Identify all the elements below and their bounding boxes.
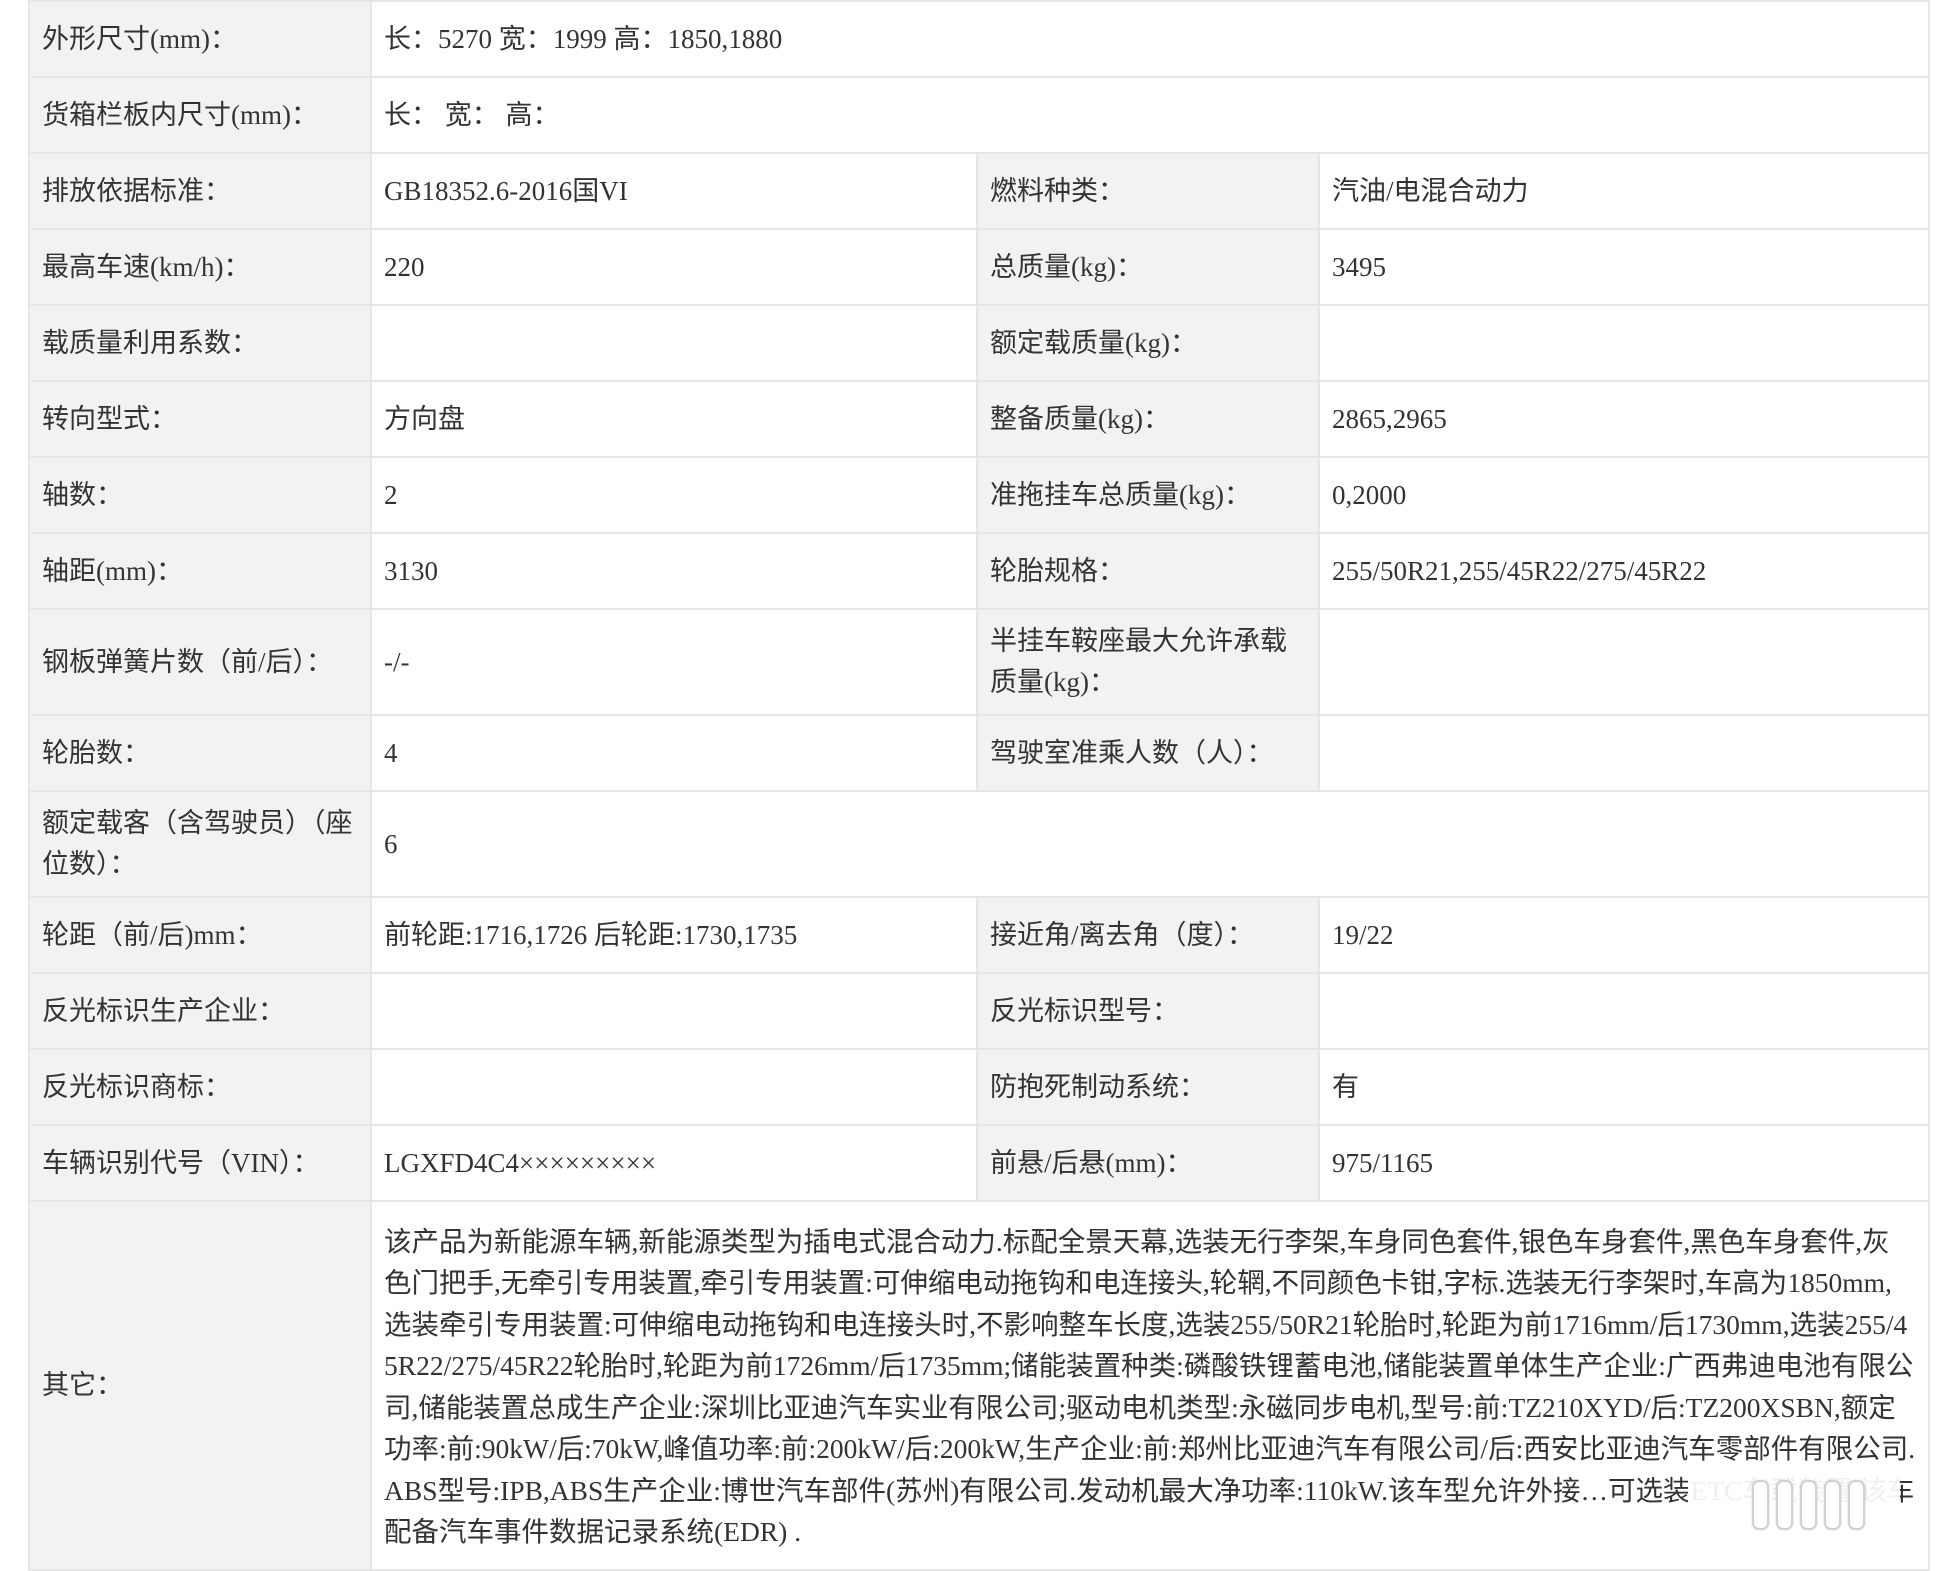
leaf-spring-label: 钢板弹簧片数（前/后）： <box>28 608 372 716</box>
watermark-bar <box>1776 1480 1793 1530</box>
vehicle-spec-table: 外形尺寸(mm)： 长：5270 宽：1999 高：1850,1880 货箱栏板… <box>28 0 1931 1571</box>
outline-size-value: 长：5270 宽：1999 高：1850,1880 <box>369 0 1931 78</box>
gross-mass-value: 3495 <box>1317 228 1931 306</box>
reflector-model-label: 反光标识型号： <box>976 972 1320 1050</box>
fuel-type-label: 燃料种类： <box>976 152 1320 230</box>
max-speed-label: 最高车速(km/h)： <box>28 228 372 306</box>
max-speed-value: 220 <box>370 228 978 306</box>
watermark-bar <box>1752 1480 1769 1530</box>
vehicle-spec-sheet: 外形尺寸(mm)： 长：5270 宽：1999 高：1850,1880 货箱栏板… <box>28 0 1931 1571</box>
row-outline-size: 外形尺寸(mm)： 长：5270 宽：1999 高：1850,1880 <box>28 0 1931 78</box>
tire-count-value: 4 <box>370 714 978 792</box>
row-leaf-spring: 钢板弹簧片数（前/后）： -/- 半挂车鞍座最大允许承载质量(kg)： <box>28 608 1931 716</box>
fuel-type-value: 汽油/电混合动力 <box>1317 152 1931 230</box>
cab-occupants-label: 驾驶室准乘人数（人）： <box>976 714 1320 792</box>
row-tires: 轮胎数： 4 驾驶室准乘人数（人）： <box>28 714 1931 792</box>
curb-mass-value: 2865,2965 <box>1317 380 1931 458</box>
cargo-size-label: 货箱栏板内尺寸(mm)： <box>28 76 372 154</box>
curb-mass-label: 整备质量(kg)： <box>976 380 1320 458</box>
cab-occupants-value <box>1317 714 1931 792</box>
watermark-bar <box>1800 1480 1817 1530</box>
row-reflector-brand: 反光标识商标： 防抱死制动系统： 有 <box>28 1048 1931 1126</box>
watermark-bar <box>1848 1480 1865 1530</box>
approach-angle-value: 19/22 <box>1317 896 1931 974</box>
vin-label: 车辆识别代号（VIN）： <box>28 1124 372 1202</box>
emission-value: GB18352.6-2016国VI <box>370 152 978 230</box>
vin-value: LGXFD4C4××××××××× <box>370 1124 978 1202</box>
leaf-spring-value: -/- <box>370 608 978 716</box>
approach-angle-label: 接近角/离去角（度）： <box>976 896 1320 974</box>
row-speed: 最高车速(km/h)： 220 总质量(kg)： 3495 <box>28 228 1931 306</box>
trailer-mass-value: 0,2000 <box>1317 456 1931 534</box>
saddle-load-value <box>1317 608 1931 716</box>
rated-load-value <box>1317 304 1931 382</box>
tire-spec-label: 轮胎规格： <box>976 532 1320 610</box>
steering-label: 转向型式： <box>28 380 372 458</box>
row-vin: 车辆识别代号（VIN）： LGXFD4C4××××××××× 前悬/后悬(mm)… <box>28 1124 1931 1202</box>
steering-value: 方向盘 <box>370 380 978 458</box>
rated-load-label: 额定载质量(kg)： <box>976 304 1320 382</box>
row-reflector-maker: 反光标识生产企业： 反光标识型号： <box>28 972 1931 1050</box>
row-passengers: 额定载客（含驾驶员）（座位数）： 6 <box>28 790 1931 898</box>
row-emission: 排放依据标准： GB18352.6-2016国VI 燃料种类： 汽油/电混合动力 <box>28 152 1931 230</box>
track-value: 前轮距:1716,1726 后轮距:1730,1735 <box>370 896 978 974</box>
trailer-mass-label: 准拖挂车总质量(kg)： <box>976 456 1320 534</box>
passengers-value: 6 <box>369 790 1931 898</box>
abs-label: 防抱死制动系统： <box>976 1048 1320 1126</box>
saddle-load-label: 半挂车鞍座最大允许承载质量(kg)： <box>976 608 1320 716</box>
axles-value: 2 <box>370 456 978 534</box>
track-label: 轮距（前/后)mm： <box>28 896 372 974</box>
emission-label: 排放依据标准： <box>28 152 372 230</box>
overhang-label: 前悬/后悬(mm)： <box>976 1124 1320 1202</box>
overhang-value: 975/1165 <box>1317 1124 1931 1202</box>
other-label: 其它： <box>28 1200 372 1571</box>
watermark-bar <box>1824 1480 1841 1530</box>
wheelbase-label: 轴距(mm)： <box>28 532 372 610</box>
load-coef-value <box>370 304 978 382</box>
row-axles: 轴数： 2 准拖挂车总质量(kg)： 0,2000 <box>28 456 1931 534</box>
cargo-size-value: 长： 宽： 高： <box>369 76 1931 154</box>
row-track: 轮距（前/后)mm： 前轮距:1716,1726 后轮距:1730,1735 接… <box>28 896 1931 974</box>
abs-value: 有 <box>1317 1048 1931 1126</box>
load-coef-label: 载质量利用系数： <box>28 304 372 382</box>
reflector-maker-value <box>370 972 978 1050</box>
outline-size-label: 外形尺寸(mm)： <box>28 0 372 78</box>
watermark-blur <box>1688 1474 1900 1558</box>
row-load-coef: 载质量利用系数： 额定载质量(kg)： <box>28 304 1931 382</box>
axles-label: 轴数： <box>28 456 372 534</box>
row-wheelbase: 轴距(mm)： 3130 轮胎规格： 255/50R21,255/45R22/2… <box>28 532 1931 610</box>
row-steering: 转向型式： 方向盘 整备质量(kg)： 2865,2965 <box>28 380 1931 458</box>
tire-count-label: 轮胎数： <box>28 714 372 792</box>
row-other: 其它： 该产品为新能源车辆,新能源类型为插电式混合动力.标配全景天幕,选装无行李… <box>28 1200 1931 1571</box>
passengers-label: 额定载客（含驾驶员）（座位数）： <box>28 790 372 898</box>
wheelbase-value: 3130 <box>370 532 978 610</box>
gross-mass-label: 总质量(kg)： <box>976 228 1320 306</box>
reflector-brand-value <box>370 1048 978 1126</box>
reflector-maker-label: 反光标识生产企业： <box>28 972 372 1050</box>
reflector-model-value <box>1317 972 1931 1050</box>
row-cargo-size: 货箱栏板内尺寸(mm)： 长： 宽： 高： <box>28 76 1931 154</box>
reflector-brand-label: 反光标识商标： <box>28 1048 372 1126</box>
tire-spec-value: 255/50R21,255/45R22/275/45R22 <box>1317 532 1931 610</box>
